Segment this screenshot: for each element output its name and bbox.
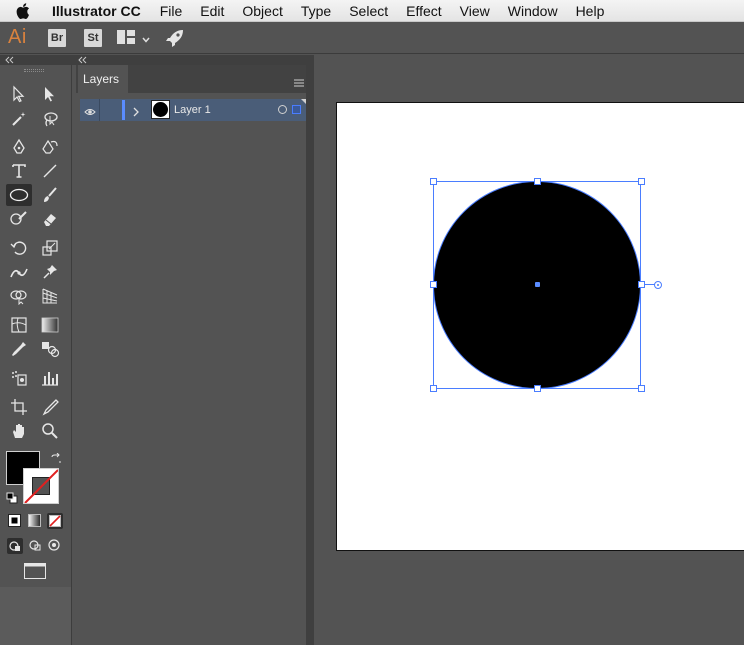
menu-bar: Illustrator CC File Edit Object Type Sel… [0,0,744,22]
arrange-documents-icon[interactable] [117,30,135,49]
column-graph-tool-icon[interactable] [37,367,63,389]
width-tool-icon[interactable] [6,261,32,283]
illustrator-window: Illustrator CC File Edit Object Type Sel… [0,0,744,645]
menu-file[interactable]: File [151,0,192,22]
line-segment-tool-icon[interactable] [37,160,63,182]
puppet-warp-tool-icon[interactable] [37,261,63,283]
thumbnail-circle [153,102,168,117]
menu-object[interactable]: Object [233,0,291,22]
direct-selection-tool-icon[interactable] [37,83,63,105]
pen-tool-icon[interactable] [6,136,32,158]
eye-icon[interactable] [84,104,96,122]
selection-tool-icon[interactable] [6,83,32,105]
tab-layers[interactable]: Layers [78,65,129,93]
rotate-tool-icon[interactable] [6,237,32,259]
illustrator-logo: Ai [8,26,27,48]
tools-panel-collapse-bar[interactable] [0,55,74,65]
stroke-color-swatch[interactable] [23,468,59,504]
menu-view[interactable]: View [451,0,499,22]
layers-panel: Layers Layer 1 [76,65,310,645]
resize-handle-top-left[interactable] [430,178,437,185]
panel-menu-icon[interactable] [294,74,304,92]
shape-builder-tool-icon[interactable] [6,285,32,307]
lasso-tool-icon[interactable] [37,108,63,130]
blend-tool-icon[interactable] [37,338,63,360]
layers-panel-scrollbar[interactable] [306,55,314,645]
slice-tool-icon[interactable] [37,396,63,418]
menu-type[interactable]: Type [292,0,340,22]
resize-handle-top[interactable] [534,178,541,185]
artboard-tool-icon[interactable] [6,396,32,418]
tools-panel [0,65,72,587]
perspective-grid-tool-icon[interactable] [37,285,63,307]
menu-edit[interactable]: Edit [191,0,233,22]
curvature-tool-icon[interactable] [37,136,63,158]
stock-button[interactable]: St [84,29,102,47]
scale-tool-icon[interactable] [37,237,63,259]
chevron-right-icon[interactable] [132,104,140,122]
resize-handle-left[interactable] [430,281,437,288]
center-point[interactable] [535,282,540,287]
menu-effect[interactable]: Effect [397,0,451,22]
gradient-tool-icon[interactable] [37,314,63,336]
tools-panel-footer [0,587,72,645]
layers-panel-collapse-bar[interactable] [74,55,314,65]
draw-behind-icon[interactable] [28,538,42,557]
chevron-down-icon[interactable] [142,31,150,49]
gradient-mode-icon[interactable] [28,514,41,532]
symbol-sprayer-tool-icon[interactable] [6,367,32,389]
menu-help[interactable]: Help [567,0,614,22]
resize-handle-bottom-right[interactable] [638,385,645,392]
default-fill-stroke-icon[interactable] [6,491,18,509]
menu-select[interactable]: Select [340,0,397,22]
menu-window[interactable]: Window [499,0,567,22]
bridge-button[interactable]: Br [48,29,66,47]
magic-wand-tool-icon[interactable] [6,108,32,130]
selection-indicator-icon[interactable] [292,105,301,114]
draw-normal-icon[interactable] [7,538,23,559]
screen-mode-icon[interactable] [24,563,46,584]
eraser-tool-icon[interactable] [37,208,63,230]
none-mode-icon[interactable] [47,513,63,529]
layer-row[interactable]: Layer 1 [80,99,306,121]
resize-handle-top-right[interactable] [638,178,645,185]
zoom-tool-icon[interactable] [37,420,63,442]
swap-fill-stroke-icon[interactable] [50,452,62,470]
layers-panel-header: Layers [76,65,310,93]
paintbrush-tool-icon[interactable] [37,184,63,206]
resize-handle-bottom[interactable] [534,385,541,392]
layer-thumbnail [151,100,170,119]
color-mode-icon[interactable] [8,514,21,532]
gpu-performance-icon[interactable] [165,28,185,53]
mesh-tool-icon[interactable] [6,314,32,336]
application-bar: Ai Br St [0,23,744,54]
type-tool-icon[interactable] [6,160,32,182]
eyedropper-tool-icon[interactable] [6,338,32,360]
layer-name[interactable]: Layer 1 [174,99,211,121]
draw-inside-icon[interactable] [47,538,61,557]
hand-tool-icon[interactable] [6,420,32,442]
target-icon[interactable] [278,105,287,114]
tools-panel-grip[interactable] [24,69,44,72]
ellipse-tool-icon[interactable] [6,184,32,206]
resize-handle-bottom-left[interactable] [430,385,437,392]
apple-icon[interactable] [16,2,38,19]
menu-app-name[interactable]: Illustrator CC [52,0,151,22]
pie-widget-handle[interactable] [654,281,662,289]
layer-color-indicator [122,100,125,120]
resize-handle-right[interactable] [638,281,645,288]
layer-row-divider [99,99,100,121]
shaper-tool-icon[interactable] [6,208,32,230]
